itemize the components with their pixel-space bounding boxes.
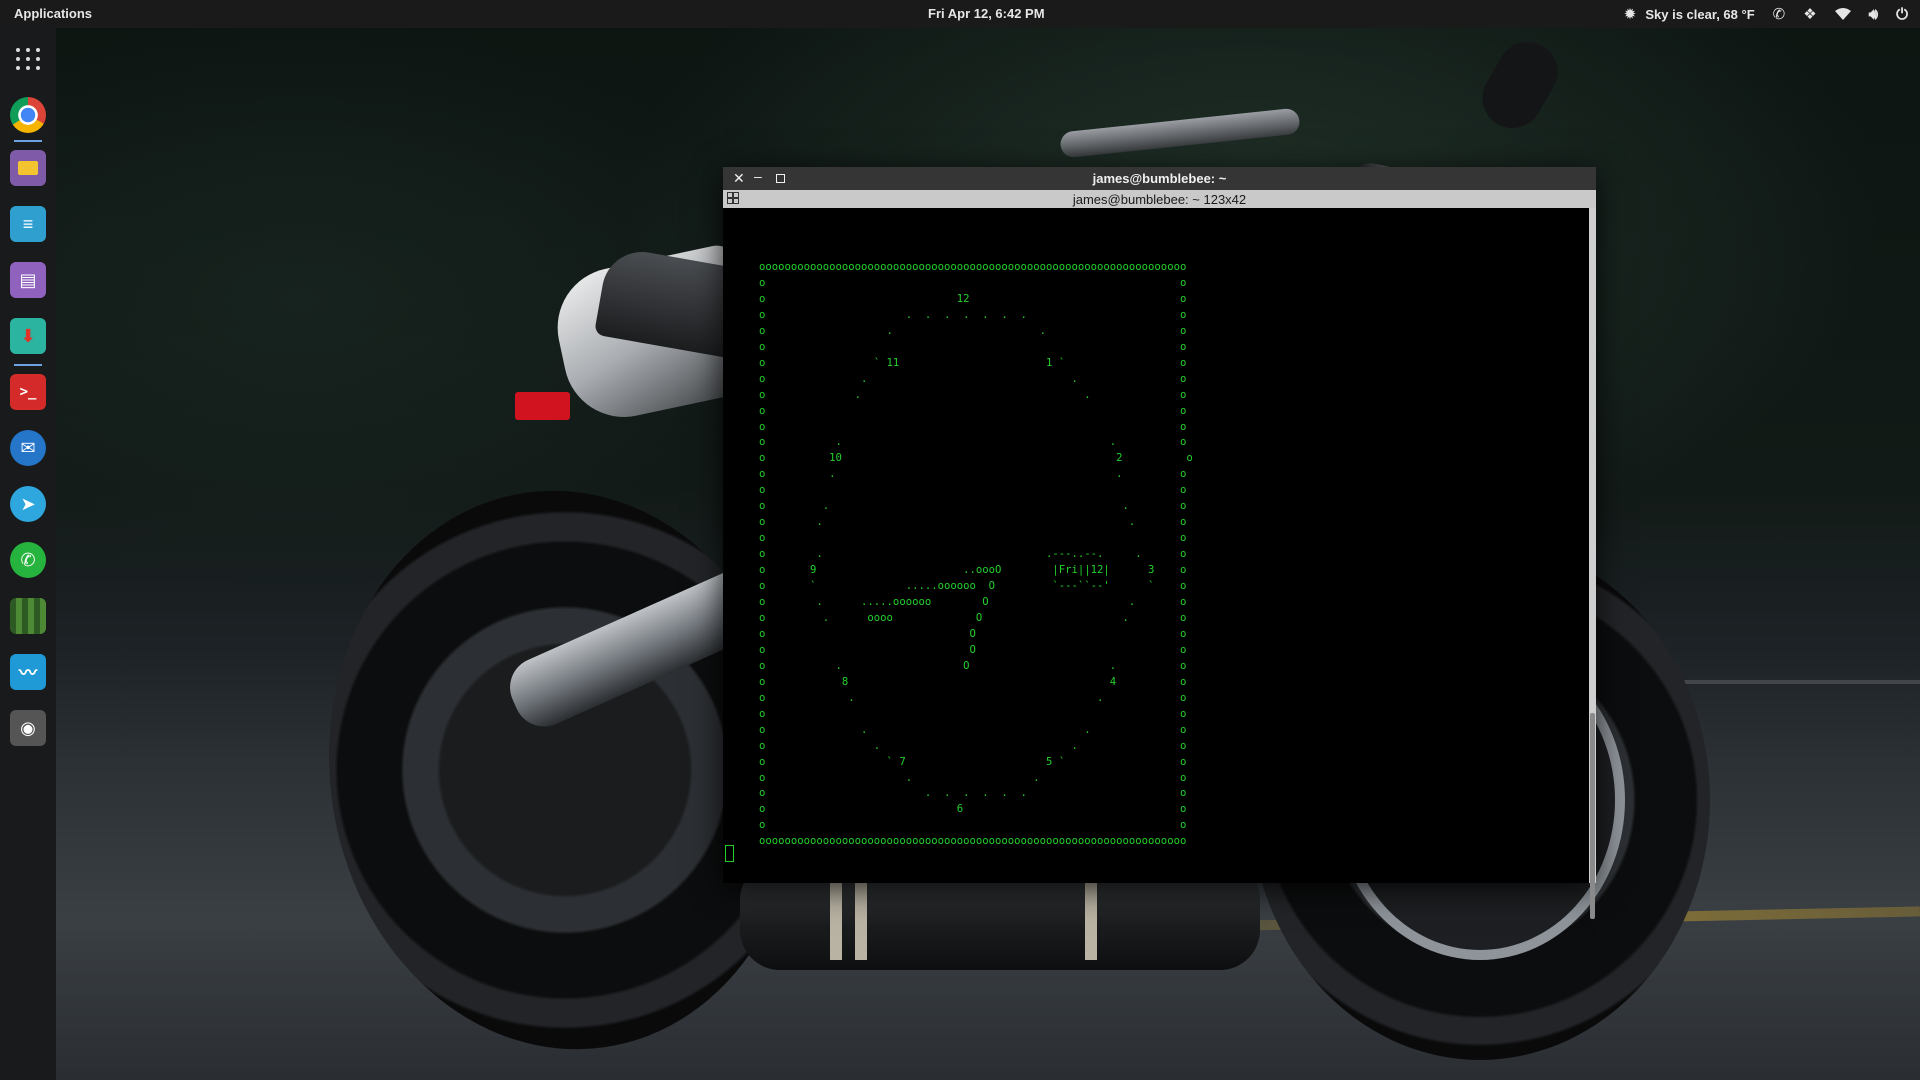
power-icon: ⏻ [1896,5,1908,23]
terminal-icon[interactable]: >_ [10,374,46,410]
dropbox-tray[interactable]: ❖ [1794,0,1825,28]
exhaust-band [1085,880,1097,960]
system-monitor-icon[interactable]: 〰 [10,654,46,690]
running-indicator [14,140,42,142]
screenshot-icon[interactable]: ◉ [10,710,46,746]
window-title: james@bumblebee: ~ [1092,171,1227,186]
motorbike-mirror [1471,31,1569,139]
text-editor-icon[interactable]: ≡ [10,206,46,242]
whatsapp-icon[interactable]: ✆ [10,542,46,578]
terminal-cursor [725,845,734,862]
window-titlebar[interactable]: ✕ – james@bumblebee: ~ [723,167,1596,190]
system-tray: ✹ Sky is clear, 68 °F ✆ ❖ 🔊︎ ⏻ [1615,0,1920,28]
app-grid-icon [15,48,41,70]
weather-text: Sky is clear, 68 °F [1645,6,1755,22]
exhaust-band [855,880,867,960]
whatsapp-tray[interactable]: ✆ [1764,0,1795,28]
weather-indicator[interactable]: ✹ Sky is clear, 68 °F [1615,0,1764,28]
dropbox-icon: ❖ [1803,5,1817,23]
motorbike-handlebar [1059,107,1301,159]
wifi-icon [1834,8,1851,20]
volume-tray[interactable]: 🔊︎ [1860,0,1887,28]
top-panel: Applications Fri Apr 12, 6:42 PM ✹ Sky i… [0,0,1920,28]
volume-icon: 🔊︎ [1868,5,1879,23]
document-viewer-icon[interactable]: ▤ [10,262,46,298]
exhaust-band [830,880,842,960]
files-icon[interactable] [10,150,46,186]
terminal-scrollbar[interactable] [1589,208,1596,919]
terminal-output[interactable]: oooooooooooooooooooooooooooooooooooooooo… [723,208,1589,883]
network-tray[interactable] [1826,0,1860,28]
terminal-window: ✕ – james@bumblebee: ~ james@bumblebee: … [723,167,1596,919]
weather-clear-icon: ✹ [1623,5,1637,23]
telegram-icon[interactable]: ➤ [10,486,46,522]
minecraft-icon[interactable] [10,598,46,634]
power-tray[interactable]: ⏻ [1887,0,1920,28]
mail-client-icon[interactable]: ✉ [10,430,46,466]
chrome-icon[interactable] [10,97,46,133]
motorbike-taillight [515,392,570,420]
ascii-clock: oooooooooooooooooooooooooooooooooooooooo… [759,261,1193,848]
scrollbar-thumb[interactable] [1590,713,1595,919]
applications-menu[interactable]: Applications [14,6,92,21]
terminal-tab-title: james@bumblebee: ~ 123x42 [1072,192,1247,207]
dock: ≡ ▤ ⬇ >_ ✉ ➤ ✆ 〰 ◉ [0,28,56,1080]
running-indicator [14,364,42,366]
panel-clock[interactable]: Fri Apr 12, 6:42 PM [928,6,1045,21]
software-updater-icon[interactable]: ⬇ [10,318,46,354]
whatsapp-icon: ✆ [1772,5,1786,23]
show-applications-button[interactable] [10,41,46,77]
terminal-tab-bar[interactable]: james@bumblebee: ~ 123x42 [723,190,1596,208]
